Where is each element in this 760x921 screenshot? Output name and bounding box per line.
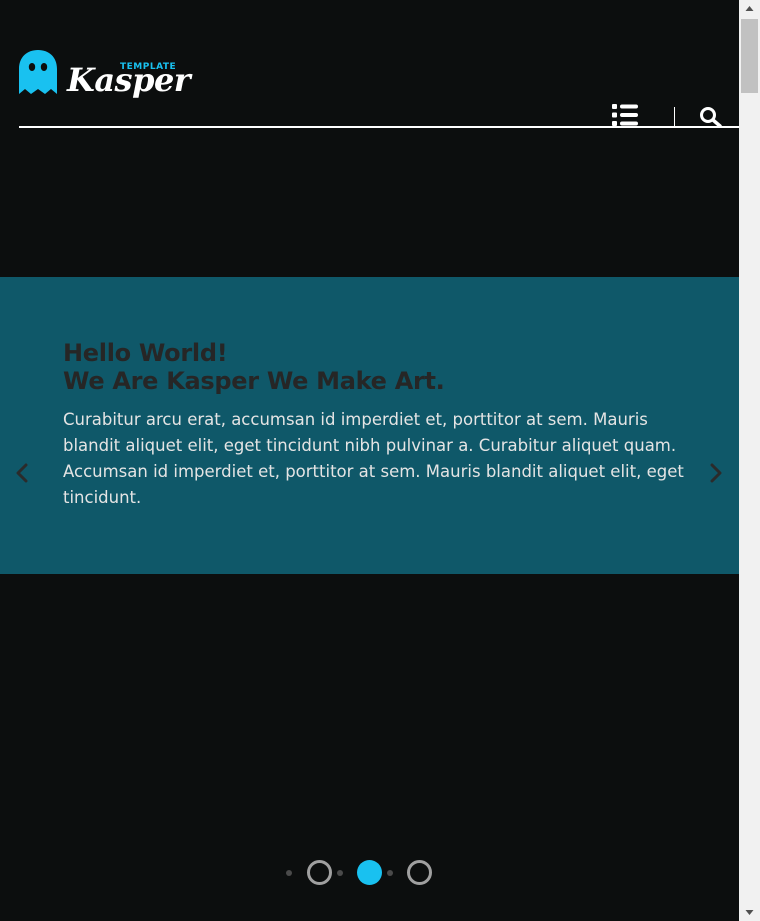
page: TEMPLATE Kasper Hello World! We Are Kasp… bbox=[0, 0, 739, 921]
search-icon[interactable] bbox=[699, 106, 723, 128]
chevron-right-icon[interactable] bbox=[709, 463, 723, 483]
header-divider bbox=[674, 107, 675, 127]
pagination-separator bbox=[387, 870, 393, 876]
hero-slide: Hello World! We Are Kasper We Make Art. … bbox=[0, 277, 739, 574]
pagination-dot-3[interactable] bbox=[407, 860, 432, 885]
scroll-up-arrow-icon[interactable] bbox=[739, 0, 760, 17]
vertical-scrollbar[interactable] bbox=[739, 0, 760, 921]
logo-wordmark: Kasper bbox=[67, 61, 191, 99]
slider-pagination bbox=[0, 860, 739, 886]
pagination-dot-1[interactable] bbox=[307, 860, 332, 885]
pagination-dot-2-active[interactable] bbox=[357, 860, 382, 885]
chevron-left-icon[interactable] bbox=[15, 463, 29, 483]
logo[interactable]: TEMPLATE Kasper bbox=[19, 50, 191, 102]
list-icon[interactable] bbox=[612, 104, 638, 126]
scrollbar-thumb[interactable] bbox=[741, 19, 758, 93]
scroll-down-arrow-icon[interactable] bbox=[739, 904, 760, 921]
slide-heading-line2: We Are Kasper We Make Art. bbox=[63, 367, 445, 395]
slide-heading: Hello World! We Are Kasper We Make Art. bbox=[63, 339, 445, 395]
header-rule bbox=[19, 126, 739, 128]
slide-paragraph: Curabitur arcu erat, accumsan id imperdi… bbox=[63, 410, 684, 507]
pagination-separator bbox=[337, 870, 343, 876]
ghost-icon bbox=[19, 50, 57, 94]
slide-heading-line1: Hello World! bbox=[63, 339, 228, 367]
pagination-separator bbox=[286, 870, 292, 876]
